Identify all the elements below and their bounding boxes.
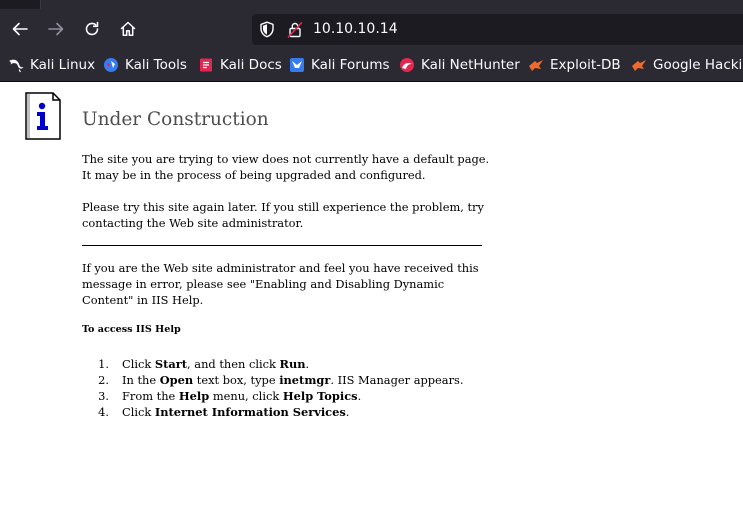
paragraph-line: If you are the Web site administrator an…	[82, 261, 479, 275]
step-bold: Help	[178, 389, 210, 403]
step-number: 4.	[98, 405, 109, 419]
step-text: , and then click	[187, 357, 280, 371]
iis-help-steps: 1. Click Start, and then click Run. 2. In …	[82, 356, 464, 420]
page-title: Under Construction	[82, 109, 269, 130]
step-text: text box, type	[193, 373, 280, 387]
step-text: From the	[122, 389, 179, 403]
step-text: menu, click	[209, 389, 283, 403]
step-text: Click	[122, 357, 155, 371]
paragraph-line: message in error, please see "Enabling a…	[82, 277, 445, 291]
url-text[interactable]: 10.10.10.14	[313, 20, 398, 38]
step-bold: Run	[279, 357, 306, 371]
step-text: In the	[122, 373, 160, 387]
kali-nethunter-icon	[399, 57, 415, 73]
page-content: Under Construction The site you are tryi…	[0, 82, 743, 511]
bookmark-label: Kali NetHunter	[421, 57, 520, 73]
forward-button[interactable]	[44, 17, 68, 41]
list-item: 3. From the Help menu, click Help Topics.	[82, 388, 464, 404]
exploit-db-icon	[528, 57, 544, 73]
step-number: 3.	[98, 389, 109, 403]
step-text: .	[345, 405, 350, 419]
kali-tools-icon	[103, 57, 119, 73]
step-number: 1.	[98, 357, 109, 371]
home-icon	[120, 21, 136, 37]
home-button[interactable]	[116, 17, 140, 41]
bookmarks-toolbar: Kali Linux Kali Tools Kali Docs Kali For…	[0, 50, 743, 82]
step-bold: inetmgr	[279, 373, 331, 387]
bookmark-label: Kali Docs	[220, 57, 282, 73]
bookmark-kali-tools[interactable]: Kali Tools	[103, 56, 187, 74]
step-bold: Help Topics	[282, 389, 358, 403]
bookmark-label: Kali Forums	[311, 57, 390, 73]
horizontal-rule	[82, 245, 482, 246]
step-text: Click	[122, 405, 155, 419]
paragraph-line: The site you are trying to view does not…	[82, 152, 490, 166]
step-text: .	[357, 389, 362, 403]
back-button[interactable]	[8, 17, 32, 41]
admin-paragraph: If you are the Web site administrator an…	[82, 260, 492, 308]
paragraph-line: contacting the Web site administrator.	[82, 216, 304, 230]
paragraph-line: Please try this site again later. If you…	[82, 200, 484, 214]
bookmark-kali-linux[interactable]: Kali Linux	[8, 56, 95, 74]
kali-docs-icon	[198, 57, 214, 73]
retry-paragraph: Please try this site again later. If you…	[82, 199, 492, 231]
step-bold: Open	[159, 373, 194, 387]
step-bold: Start	[154, 357, 188, 371]
intro-paragraph: The site you are trying to view does not…	[82, 151, 492, 183]
bookmark-exploit-db[interactable]: Exploit-DB	[528, 56, 621, 74]
step-number: 2.	[98, 373, 109, 387]
paragraph-line: It may be in the process of being upgrad…	[82, 168, 426, 182]
list-item: 4. Click Internet Information Services.	[82, 404, 464, 420]
list-item: 1. Click Start, and then click Run.	[82, 356, 464, 372]
tab-strip	[0, 0, 743, 9]
bookmark-label: Kali Linux	[30, 57, 96, 73]
reload-icon	[85, 21, 99, 36]
bookmark-kali-forums[interactable]: Kali Forums	[289, 56, 390, 74]
bookmark-google-hacking[interactable]: Google Hackin	[631, 56, 743, 74]
paragraph-line: Content" in IIS Help.	[82, 293, 204, 307]
back-icon	[12, 22, 28, 36]
list-item: 2. In the Open text box, type inetmgr. II…	[82, 372, 464, 388]
bookmark-label: Kali Tools	[125, 57, 187, 73]
kali-forums-icon	[289, 57, 305, 73]
google-hacking-icon	[631, 57, 647, 73]
step-text: .	[305, 357, 310, 371]
shield-icon[interactable]	[259, 21, 275, 38]
address-bar[interactable]: 10.10.10.14	[252, 14, 743, 45]
bookmark-kali-nethunter[interactable]: Kali NetHunter	[399, 56, 520, 74]
iis-help-heading: To access IIS Help	[82, 324, 181, 335]
insecure-lock-icon[interactable]	[287, 21, 303, 38]
kali-dragon-icon	[8, 57, 24, 73]
forward-icon	[48, 22, 64, 36]
active-tab[interactable]	[41, 0, 743, 9]
bookmark-label: Google Hackin	[653, 57, 743, 73]
step-text: . IIS Manager appears.	[330, 373, 464, 387]
step-bold: Internet Information Services	[154, 405, 346, 419]
reload-button[interactable]	[80, 17, 104, 41]
bookmark-kali-docs[interactable]: Kali Docs	[198, 56, 282, 74]
bookmark-label: Exploit-DB	[550, 57, 621, 73]
navigation-toolbar: 10.10.10.14	[0, 9, 743, 50]
info-icon	[25, 92, 61, 140]
